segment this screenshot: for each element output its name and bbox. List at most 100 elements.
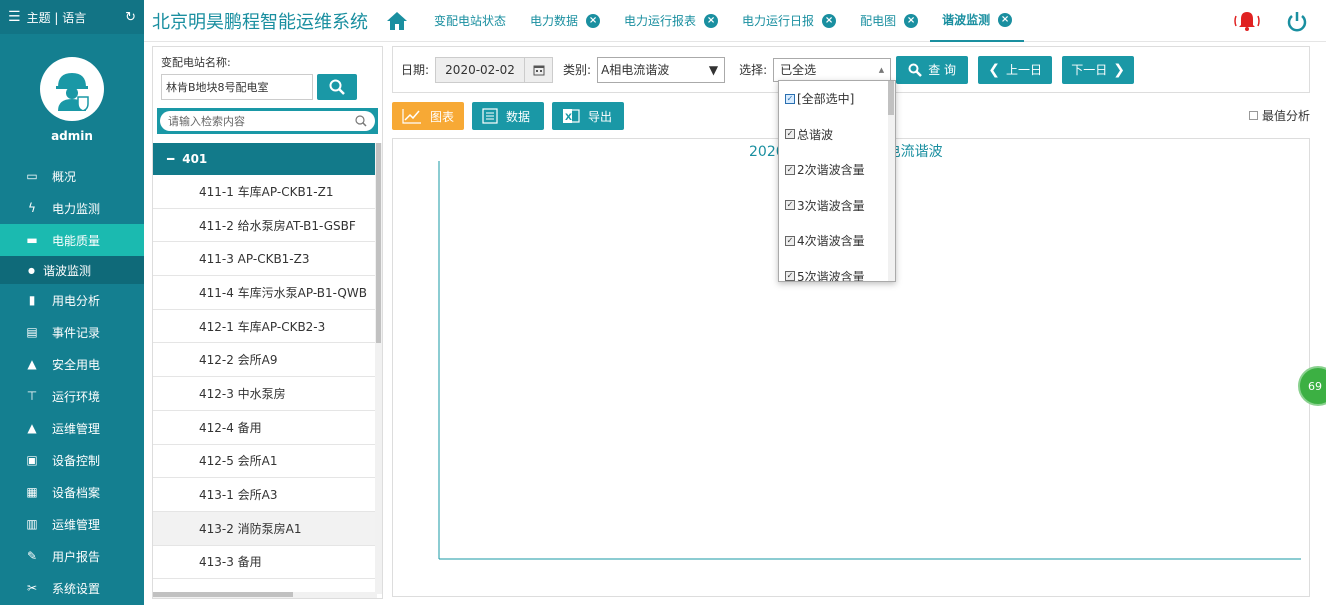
station-input[interactable]: 林肯B地块8号配电室 [161,74,313,100]
nav-menu: ▭ 概况 ϟ 电力监测 ▬ 电能质量 ● 谐波监测 ▮ 用电分析 ▤ 事件记录 ▲ 安全用电 … [0,160,144,604]
tree-item[interactable]: 413-2 消防泵房A1 [153,511,377,546]
tree-item[interactable]: 411-4 车库污水泵AP-B1-QWB [153,276,377,310]
tree-item[interactable]: 411-2 给水泵房AT-B1-GSBF [153,209,377,243]
data-view-button[interactable]: 数据 [472,102,544,130]
chart-view-label: 图表 [430,109,455,124]
nav-item-safety[interactable]: ▲ 安全用电 [0,348,144,380]
menu-icon[interactable]: ☰ [8,9,21,25]
type-select[interactable]: A相电流谐波 ▼ [597,56,726,83]
option-label: 2次谐波含量 [797,163,865,178]
tab-label: 电力数据 [530,14,579,28]
header-actions [1232,10,1308,37]
nav-item-event-log[interactable]: ▤ 事件记录 [0,316,144,348]
home-icon[interactable] [386,10,410,32]
date-input[interactable]: 2020-02-02 [435,56,526,83]
chart-view-button[interactable]: 图表 [392,102,464,130]
dropdown-option[interactable]: ✓ 5次谐波含量 [779,259,895,281]
nav-item-usage-analysis[interactable]: ▮ 用电分析 [0,284,144,316]
tab-label: 谐波监测 [942,13,991,27]
tab-harmonic-monitor[interactable]: 谐波监测 × [930,0,1025,42]
nav-item-power-monitor[interactable]: ϟ 电力监测 [0,192,144,224]
refresh-icon[interactable]: ↻ [125,10,136,25]
sidebar-top: ☰ 主题 | 语言 ↻ [0,0,144,34]
checkbox-icon[interactable]: ✓ [785,271,795,281]
nav-item-settings[interactable]: ✂ 系统设置 [0,572,144,604]
tab-daily-report[interactable]: 电力运行日报 × [730,0,848,42]
tree-item[interactable]: 412-4 备用 [153,411,377,445]
prev-day-button[interactable]: ❮ 上一日 [978,55,1053,84]
nav-item-power-quality[interactable]: ▬ 电能质量 [0,224,144,256]
next-day-button[interactable]: 下一日 ❯ [1062,55,1135,84]
scrollbar-thumb[interactable] [376,143,381,343]
line-chart-icon [402,108,422,124]
tree-item[interactable]: 411-1 车库AP-CKB1-Z1 [153,175,377,209]
lightning-icon: ϟ [28,201,36,215]
close-icon[interactable]: × [822,13,837,28]
monitor-icon: ▭ [26,169,38,183]
nav-item-environment[interactable]: ⊤ 运行环境 [0,380,144,412]
checkbox-icon[interactable]: ✓ [785,235,795,246]
tab-power-data[interactable]: 电力数据 × [518,0,612,42]
sidebar: ☰ 主题 | 语言 ↻ admin ▭ 概况 ϟ 电力监测 ▬ 电能质量 ● 谐波监测 … [0,0,144,605]
station-search-button[interactable] [317,74,357,100]
tab-station-status[interactable]: 变配电站状态 [422,0,518,42]
tab-distribution-diagram[interactable]: 配电图 × [848,0,930,42]
theme-language-label[interactable]: 主题 | 语言 [27,9,87,26]
nav-label: 运行环境 [52,389,101,404]
scrollbar-thumb[interactable] [888,81,894,115]
calendar-icon[interactable] [525,56,554,83]
tree-item[interactable]: 411-3 AP-CKB1-Z3 [153,242,377,277]
alarm-bell-icon[interactable] [1232,10,1262,37]
search-icon [355,115,367,127]
nav-item-overview[interactable]: ▭ 概况 [0,160,144,192]
dropdown-option[interactable]: ✓ 4次谐波含量 [779,223,895,259]
tree-search-input[interactable]: 请输入检索内容 [160,111,375,131]
close-icon[interactable]: × [586,13,601,28]
nav-subitem-harmonic[interactable]: ● 谐波监测 [0,256,144,284]
nav-item-maintenance-2[interactable]: ▥ 运维管理 [0,508,144,540]
checkbox-icon[interactable]: ✓ [785,129,795,140]
user-worker-icon [56,73,89,111]
chevron-right-icon: ❯ [1113,61,1126,78]
tree-vertical-scrollbar[interactable] [375,143,382,594]
folder-icon: ▬ [26,233,38,247]
nav-item-device-control[interactable]: ▣ 设备控制 [0,444,144,476]
tree-horizontal-scrollbar[interactable] [153,592,377,598]
tree-item[interactable]: 412-1 车库AP-CKB2-3 [153,310,377,344]
close-icon[interactable]: × [704,13,719,28]
collapse-icon[interactable]: ━ [167,152,174,166]
caret-down-icon: ▼ [708,62,719,77]
nav-label: 电力监测 [52,201,101,216]
nav-item-user-report[interactable]: ✎ 用户报告 [0,540,144,572]
checkbox-icon[interactable]: ✓ [785,200,795,211]
tab-power-report[interactable]: 电力运行报表 × [612,0,730,42]
close-icon[interactable]: × [998,12,1013,27]
query-button[interactable]: 查 询 [896,55,969,84]
checkbox-icon[interactable]: ✓ [785,93,795,104]
dropdown-option[interactable]: ✓ 3次谐波含量 [779,188,895,224]
tree-item[interactable]: 413-1 会所A3 [153,478,377,512]
dropdown-option[interactable]: ✓ 总谐波 [779,117,895,153]
multiselect-value: 已全选 [780,63,817,77]
power-icon[interactable] [1286,11,1308,36]
tree-item[interactable]: 413-3 备用 [153,546,377,580]
export-button[interactable]: X 导出 [552,102,624,130]
scrollbar-thumb[interactable] [153,592,293,597]
nav-item-maintenance[interactable]: ▲ 运维管理 [0,412,144,444]
nav-label: 设备档案 [52,485,101,500]
dropdown-option[interactable]: ✓ 2次谐波含量 [779,152,895,188]
dropdown-option-select-all[interactable]: ✓ [全部选中] [779,81,895,117]
tree-item[interactable]: 412-5 会所A1 [153,445,377,479]
checkbox-icon[interactable]: ✓ [785,164,795,175]
max-analysis-checkbox[interactable]: 最值分析 [1248,107,1310,124]
tree-item[interactable]: 412-3 中水泵房 [153,377,377,411]
close-icon[interactable]: × [904,13,919,28]
tree-item[interactable]: 412-2 会所A9 [153,343,377,378]
nav-item-device-archive[interactable]: ▦ 设备档案 [0,476,144,508]
edit-icon: ✎ [26,549,38,563]
checkbox-icon[interactable] [1248,111,1258,120]
tab-label: 电力运行日报 [742,14,815,28]
dropdown-scrollbar[interactable] [888,81,895,281]
harmonic-multiselect[interactable]: 已全选 ▲ [773,57,892,82]
tree-group[interactable]: ━ 401 [153,143,377,175]
